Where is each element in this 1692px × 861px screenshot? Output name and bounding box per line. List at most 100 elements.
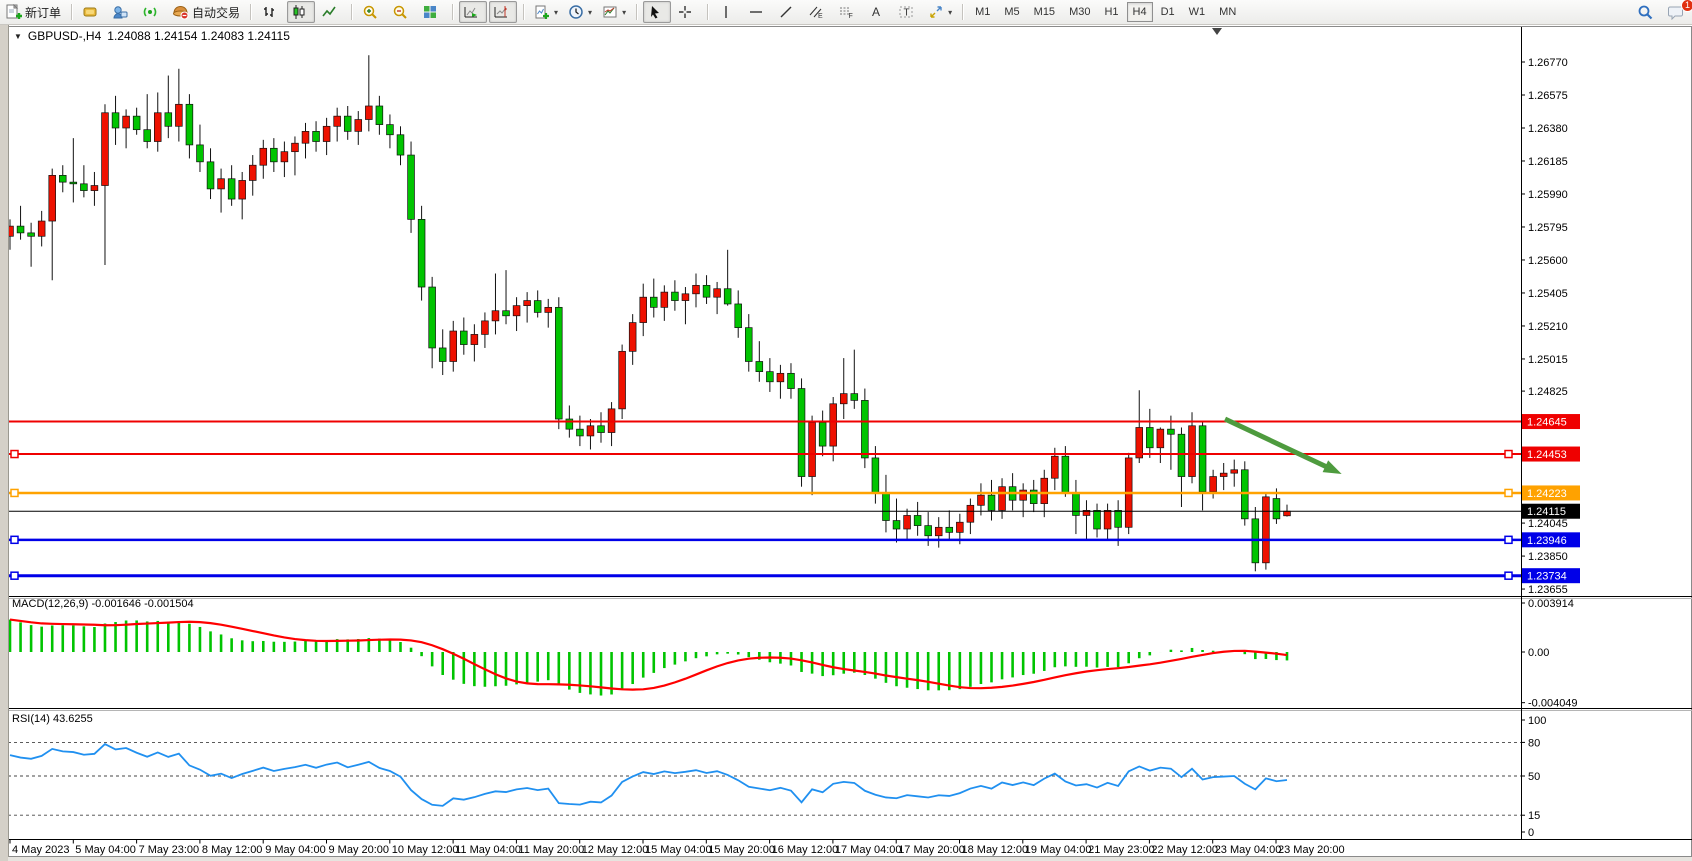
timeframe-button-mn[interactable]: MN — [1213, 2, 1242, 22]
strategy-tester-button[interactable] — [108, 1, 136, 23]
new-order-button-label: 新订单 — [25, 4, 61, 21]
chart-plot-area[interactable]: 1.267701.265751.263801.261851.259901.257… — [0, 0, 1692, 861]
channel-button[interactable]: E — [804, 1, 832, 23]
svg-text:A: A — [872, 5, 880, 19]
svg-text:1.25405: 1.25405 — [1528, 288, 1568, 300]
svg-text:12 May 12:00: 12 May 12:00 — [582, 844, 649, 856]
window-left-border — [0, 24, 9, 861]
label-button[interactable]: T — [894, 1, 922, 23]
bar-chart-icon — [261, 4, 277, 20]
svg-text:E: E — [818, 13, 823, 20]
vline-icon — [718, 4, 734, 20]
line-chart-icon — [321, 4, 337, 20]
timeframe-button-m5[interactable]: M5 — [998, 2, 1025, 22]
zoom-in-icon — [362, 4, 378, 20]
dropdown-caret-icon: ▾ — [948, 8, 952, 17]
notifications-button[interactable]: 1 — [1663, 1, 1691, 23]
svg-text:0.003914: 0.003914 — [1528, 598, 1574, 610]
svg-text:7 May 23:00: 7 May 23:00 — [139, 844, 200, 856]
chart-shift-button[interactable] — [489, 1, 517, 23]
timeframe-button-m30[interactable]: M30 — [1063, 2, 1096, 22]
signals-button[interactable] — [138, 1, 166, 23]
chart-window-icon — [82, 4, 98, 20]
crosshair-button[interactable] — [673, 1, 701, 23]
svg-text:23 May 20:00: 23 May 20:00 — [1278, 844, 1345, 856]
channel-icon: E — [808, 4, 824, 20]
text-button[interactable]: A — [864, 1, 892, 23]
svg-text:1.25795: 1.25795 — [1528, 222, 1568, 234]
timeframe-button-w1[interactable]: W1 — [1183, 2, 1212, 22]
rsi-indicator-label: RSI(14) 43.6255 — [12, 713, 93, 725]
search-button[interactable] — [1633, 1, 1661, 23]
macd-values: -0.001646 -0.001504 — [91, 598, 193, 610]
dropdown-caret-icon: ▾ — [554, 8, 558, 17]
svg-text:1.26770: 1.26770 — [1528, 57, 1568, 69]
horizontal-line-button[interactable] — [744, 1, 772, 23]
crosshair-icon — [677, 4, 693, 20]
line-chart-button[interactable] — [317, 1, 345, 23]
periods-button[interactable]: ▾ — [564, 1, 596, 23]
shapes-button[interactable]: ▾ — [924, 1, 956, 23]
toolbar-separator — [520, 2, 527, 22]
fibonacci-button[interactable]: F — [834, 1, 862, 23]
text-icon: A — [868, 4, 884, 20]
trendline-button[interactable] — [774, 1, 802, 23]
svg-text:1.25990: 1.25990 — [1528, 189, 1568, 201]
cursor-button[interactable] — [643, 1, 671, 23]
svg-text:1.23946: 1.23946 — [1527, 535, 1567, 547]
search-icon — [1637, 4, 1654, 20]
svg-text:1.26380: 1.26380 — [1528, 123, 1568, 135]
timeframe-button-h4[interactable]: H4 — [1127, 2, 1153, 22]
new-order-button[interactable]: 新订单 — [1, 1, 65, 23]
auto-scroll-button[interactable] — [459, 1, 487, 23]
main-toolbar: 新订单 自动交易 ▾ ▾ ▾ E FA T ▾ M1M5M15M30H1H4D1W1MN 1 — [0, 0, 1692, 25]
svg-text:50: 50 — [1528, 771, 1540, 783]
svg-text:0: 0 — [1528, 827, 1534, 839]
cursor-icon — [647, 4, 663, 20]
shapes-icon — [928, 4, 944, 20]
autotrade-button[interactable]: 自动交易 — [168, 1, 244, 23]
zoom-in-button[interactable] — [358, 1, 386, 23]
templates-button[interactable]: ▾ — [598, 1, 630, 23]
notification-badge: 1 — [1681, 0, 1692, 12]
toolbar-separator — [959, 2, 966, 22]
chevron-down-icon[interactable]: ▼ — [14, 32, 22, 41]
label-icon: T — [898, 4, 914, 20]
dropdown-caret-icon: ▾ — [622, 8, 626, 17]
toolbar-separator — [449, 2, 456, 22]
zoom-out-icon — [392, 4, 408, 20]
indicators-button[interactable]: ▾ — [530, 1, 562, 23]
tester-icon — [112, 4, 128, 20]
vertical-line-button[interactable] — [714, 1, 742, 23]
timeframe-button-h1[interactable]: H1 — [1098, 2, 1124, 22]
chart-ohlc-values: 1.24088 1.24154 1.24083 1.24115 — [107, 29, 290, 43]
svg-text:100: 100 — [1528, 715, 1546, 727]
timeframe-button-d1[interactable]: D1 — [1155, 2, 1181, 22]
tile-windows-button[interactable] — [418, 1, 446, 23]
chart-shift-icon — [493, 4, 509, 20]
svg-text:11 May 20:00: 11 May 20:00 — [518, 844, 584, 856]
svg-text:1.24645: 1.24645 — [1527, 417, 1567, 429]
candlestick-button[interactable] — [287, 1, 315, 23]
timeframe-button-m15[interactable]: M15 — [1028, 2, 1061, 22]
svg-text:1.26185: 1.26185 — [1528, 156, 1568, 168]
rsi-value: 43.6255 — [53, 713, 93, 725]
bar-chart-button[interactable] — [257, 1, 285, 23]
svg-text:80: 80 — [1528, 737, 1540, 749]
svg-text:5 May 04:00: 5 May 04:00 — [75, 844, 136, 856]
svg-text:1.23850: 1.23850 — [1528, 551, 1568, 563]
template-icon — [602, 4, 618, 20]
timeframe-button-m1[interactable]: M1 — [969, 2, 996, 22]
signal-icon — [142, 4, 158, 20]
svg-text:8 May 12:00: 8 May 12:00 — [202, 844, 263, 856]
charts-button[interactable] — [78, 1, 106, 23]
zoom-out-button[interactable] — [388, 1, 416, 23]
svg-text:1.24045: 1.24045 — [1528, 518, 1568, 530]
svg-text:19 May 04:00: 19 May 04:00 — [1025, 844, 1092, 856]
autotrade-button-label: 自动交易 — [192, 4, 240, 21]
svg-text:16 May 12:00: 16 May 12:00 — [772, 844, 839, 856]
svg-text:1.24453: 1.24453 — [1527, 449, 1567, 461]
svg-text:1.25015: 1.25015 — [1528, 354, 1568, 366]
svg-text:9 May 04:00: 9 May 04:00 — [265, 844, 326, 856]
svg-text:-0.004049: -0.004049 — [1528, 698, 1578, 710]
